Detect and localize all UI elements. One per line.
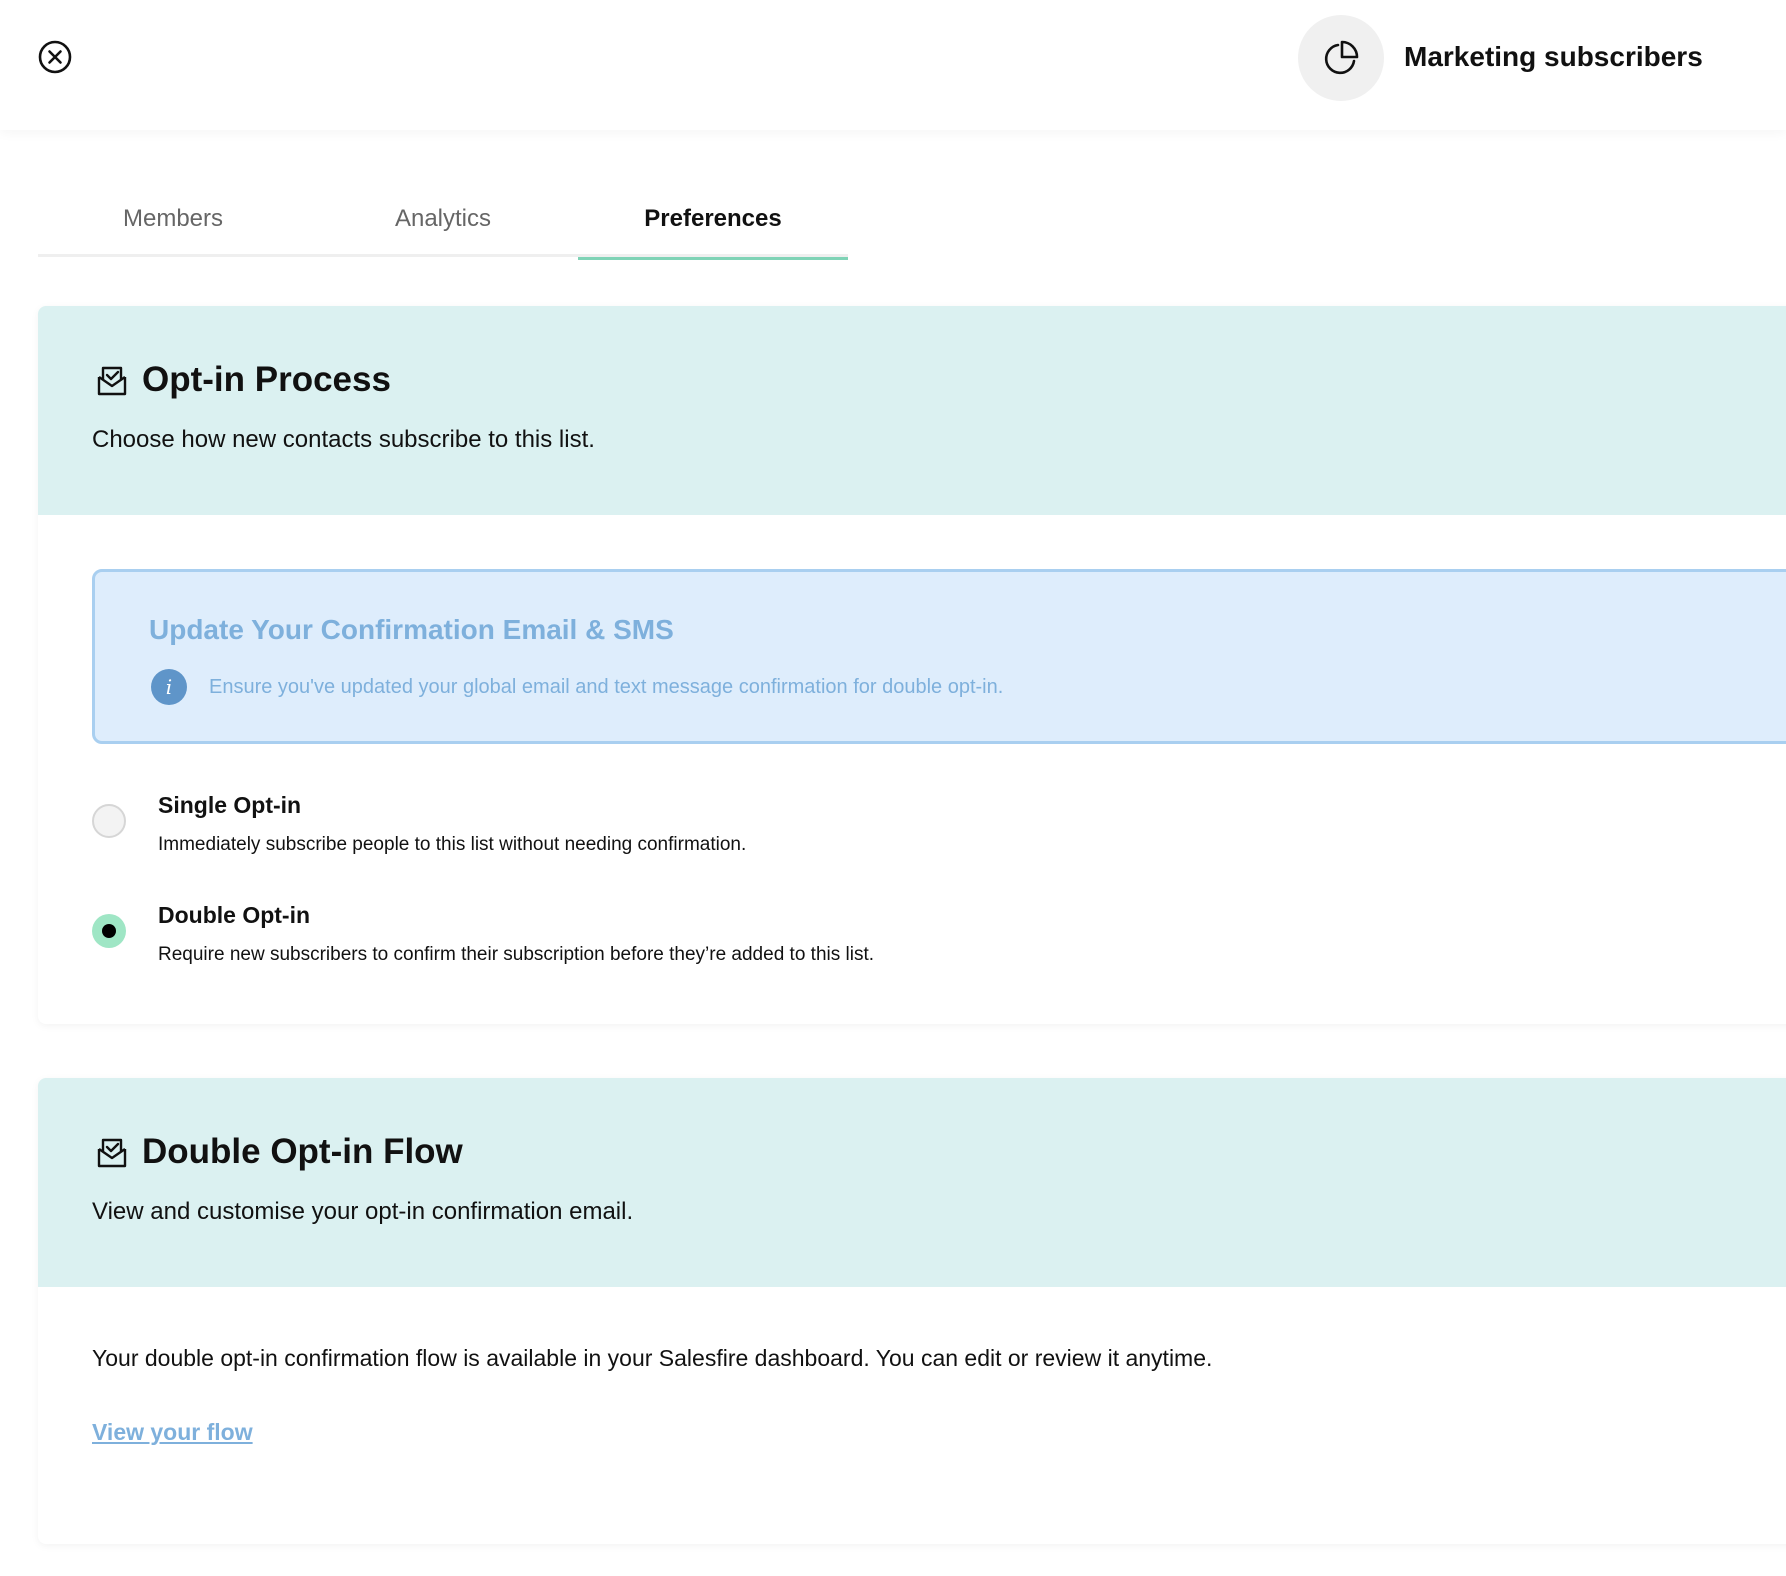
tab-analytics[interactable]: Analytics bbox=[308, 180, 578, 257]
mail-check-icon bbox=[94, 363, 130, 399]
pie-chart-icon bbox=[1321, 38, 1361, 78]
close-button[interactable] bbox=[36, 38, 74, 76]
alert-title: Update Your Confirmation Email & SMS bbox=[149, 614, 674, 645]
section-subtitle: Choose how new contacts subscribe to thi… bbox=[92, 426, 595, 453]
info-icon: i bbox=[151, 669, 187, 705]
flow-description: Your double opt-in confirmation flow is … bbox=[92, 1345, 1213, 1371]
confirmation-alert: Update Your Confirmation Email & SMS i E… bbox=[92, 569, 1786, 744]
single-optin-option[interactable]: Single Opt-in Immediately subscribe peop… bbox=[92, 782, 1092, 862]
double-optin-option[interactable]: Double Opt-in Require new subscribers to… bbox=[92, 892, 1092, 972]
top-bar: Marketing subscribers bbox=[0, 0, 1786, 130]
tab-preferences[interactable]: Preferences bbox=[578, 180, 848, 260]
single-optin-radio[interactable] bbox=[92, 804, 126, 838]
flow-header: Double Opt-in Flow View and customise yo… bbox=[38, 1078, 1786, 1287]
section-title: Opt-in Process bbox=[142, 360, 391, 399]
mail-check-icon bbox=[94, 1135, 130, 1171]
list-avatar bbox=[1298, 15, 1384, 101]
option-title: Double Opt-in bbox=[158, 902, 311, 928]
double-optin-radio[interactable] bbox=[92, 914, 126, 948]
option-description: Immediately subscribe people to this lis… bbox=[158, 834, 747, 855]
list-preferences-page: Marketing subscribers Members Analytics … bbox=[0, 0, 1786, 1576]
section-title: Double Opt-in Flow bbox=[142, 1132, 463, 1171]
double-optin-flow-card: Double Opt-in Flow View and customise yo… bbox=[38, 1078, 1786, 1544]
tab-bar: Members Analytics Preferences bbox=[38, 180, 848, 260]
option-title: Single Opt-in bbox=[158, 792, 302, 818]
list-title: Marketing subscribers bbox=[1404, 41, 1703, 72]
close-circle-icon bbox=[36, 38, 74, 76]
optin-process-header: Opt-in Process Choose how new contacts s… bbox=[38, 306, 1786, 515]
tab-members[interactable]: Members bbox=[38, 180, 308, 257]
optin-process-card: Opt-in Process Choose how new contacts s… bbox=[38, 306, 1786, 1024]
alert-text: Ensure you've updated your global email … bbox=[209, 676, 1004, 698]
section-subtitle: View and customise your opt-in confirmat… bbox=[92, 1198, 634, 1225]
option-description: Require new subscribers to confirm their… bbox=[158, 944, 875, 965]
view-flow-link[interactable]: View your flow bbox=[92, 1416, 253, 1448]
